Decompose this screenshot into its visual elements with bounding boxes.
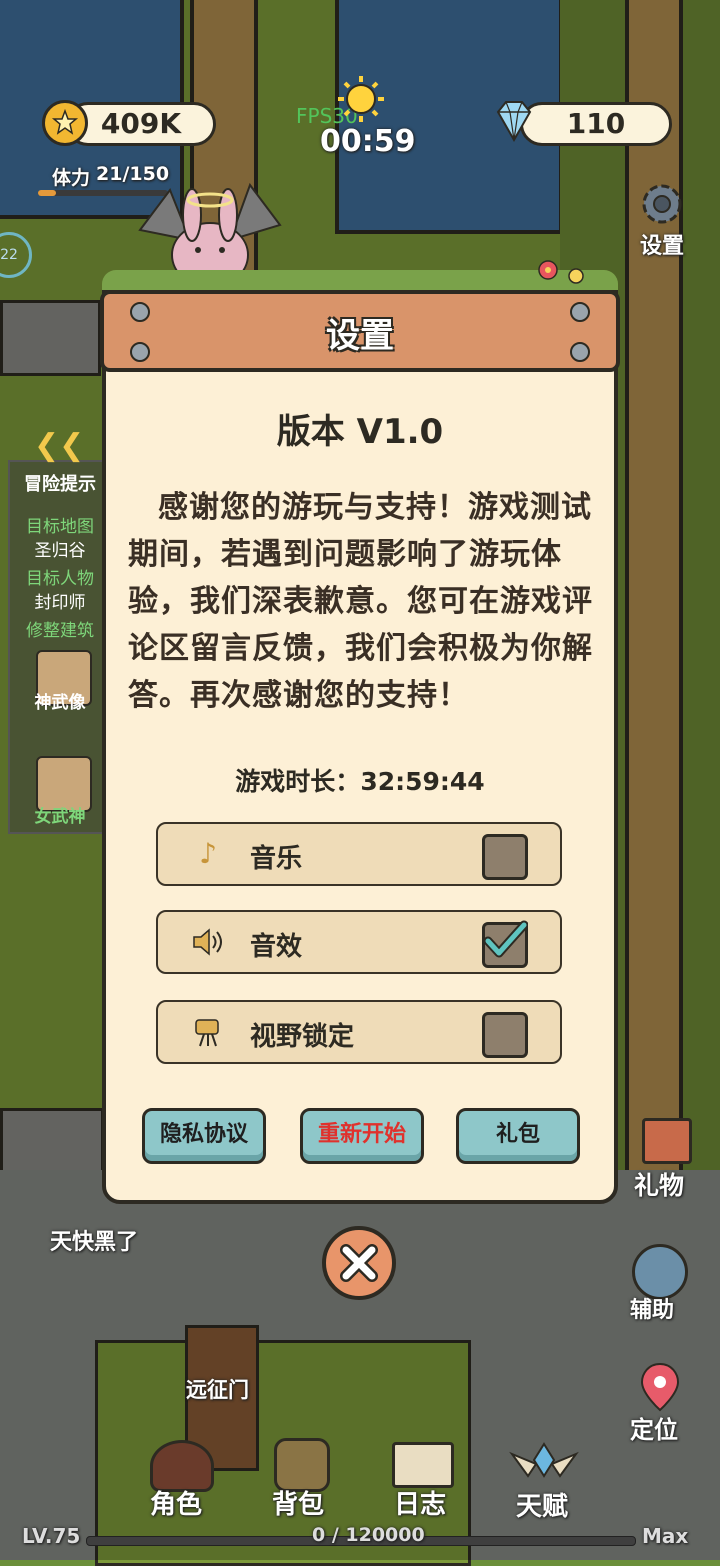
playtime-value: 32:59:44: [360, 767, 485, 796]
settings-label: 设置: [640, 234, 685, 259]
nav-journal[interactable]: 日志: [384, 1438, 464, 1520]
target-map-label: 目标地图: [26, 517, 94, 537]
gift-box-icon: [642, 1118, 692, 1164]
day-timer: 00:59: [320, 124, 416, 159]
nav-bag-label: 背包: [272, 1490, 325, 1520]
locate-label: 定位: [630, 1416, 678, 1444]
nav-character-label: 角色: [150, 1490, 203, 1520]
gift-pack-button[interactable]: 礼包: [456, 1108, 580, 1164]
toggle-music-label: 音乐: [250, 844, 303, 874]
gem-amount: 110: [520, 102, 672, 146]
back-arrows-icon[interactable]: ❮❮: [34, 428, 84, 463]
version-label: 版本 V1.0: [276, 412, 444, 452]
task-label: 修整建筑: [26, 621, 94, 641]
nav-talent-label: 天赋: [516, 1492, 569, 1522]
stamina-fill: [38, 190, 57, 196]
music-checkbox[interactable]: [482, 834, 528, 880]
coin-icon: [42, 100, 88, 146]
toggle-sfx[interactable]: 音效: [156, 910, 562, 974]
checkmark-icon: [483, 920, 528, 958]
target-npc-label: 目标人物: [26, 569, 94, 589]
restart-button[interactable]: 重新开始: [300, 1108, 424, 1164]
quest-panel[interactable]: ❮❮ 冒险提示 目标地图 圣归谷 目标人物 封印师 修整建筑 神武像 女武神: [8, 428, 108, 834]
assist-label: 辅助: [630, 1298, 675, 1323]
gift-button[interactable]: 礼物: [630, 1112, 700, 1200]
sun-icon: [336, 74, 386, 124]
xp-progress: 0 / 120000: [312, 1524, 425, 1546]
statue2-label: 女武神: [34, 807, 86, 827]
locate-button[interactable]: 定位: [626, 1360, 696, 1444]
close-button[interactable]: [322, 1226, 396, 1300]
target-npc-value: 封印师: [34, 593, 86, 613]
coin-amount: 409K: [66, 102, 216, 146]
camera-icon: [190, 1014, 226, 1050]
gift-label: 礼物: [634, 1171, 685, 1200]
winged-gem-icon: [509, 1442, 579, 1478]
expedition-gate-label[interactable]: 远征门: [186, 1374, 249, 1404]
toggle-music[interactable]: ♪ 音乐: [156, 822, 562, 886]
playtime: 游戏时长：32:59:44: [102, 762, 618, 798]
player-level: LV.75: [22, 1524, 81, 1548]
toggle-view-lock[interactable]: 视野锁定: [156, 1000, 562, 1064]
nav-journal-label: 日志: [394, 1490, 447, 1520]
view-lock-checkbox[interactable]: [482, 1012, 528, 1058]
xp-bar: LV.75 0 / 120000 Max: [0, 1520, 720, 1560]
sfx-checkbox[interactable]: [482, 920, 528, 968]
dialog-title-banner: 设置: [100, 290, 620, 372]
map-pin-icon: [640, 1362, 680, 1412]
gear-icon: [642, 184, 682, 224]
nav-talent[interactable]: 天赋: [506, 1436, 586, 1522]
playtime-label: 游戏时长：: [235, 767, 361, 796]
stamina-label: 体力: [52, 167, 91, 189]
close-icon: [340, 1244, 378, 1282]
thanks-message: 感谢您的游玩与支持！游戏测试期间，若遇到问题影响了游玩体验，我们深表歉意。您可在…: [128, 490, 593, 713]
toggle-sfx-label: 音效: [250, 932, 303, 962]
book-icon: [392, 1442, 454, 1488]
xp-max: Max: [642, 1524, 689, 1548]
dialog-title: 设置: [326, 316, 394, 356]
assist-button[interactable]: 辅助: [624, 1240, 694, 1323]
quest-header: 冒险提示: [24, 474, 96, 495]
privacy-button[interactable]: 隐私协议: [142, 1108, 266, 1164]
statue1-label: 神武像: [34, 693, 86, 713]
nav-character[interactable]: 角色: [140, 1440, 220, 1520]
speaker-icon: [190, 924, 226, 960]
flower-icon: [532, 256, 588, 290]
nav-bag[interactable]: 背包: [262, 1436, 342, 1520]
toggle-view-lock-label: 视野锁定: [250, 1022, 355, 1052]
target-map-value: 圣归谷: [34, 541, 86, 561]
settings-button[interactable]: 设置: [630, 176, 700, 259]
music-note-icon: ♪: [199, 837, 217, 870]
diamond-icon: [490, 98, 538, 144]
night-notice: 天快黑了: [50, 1230, 139, 1255]
